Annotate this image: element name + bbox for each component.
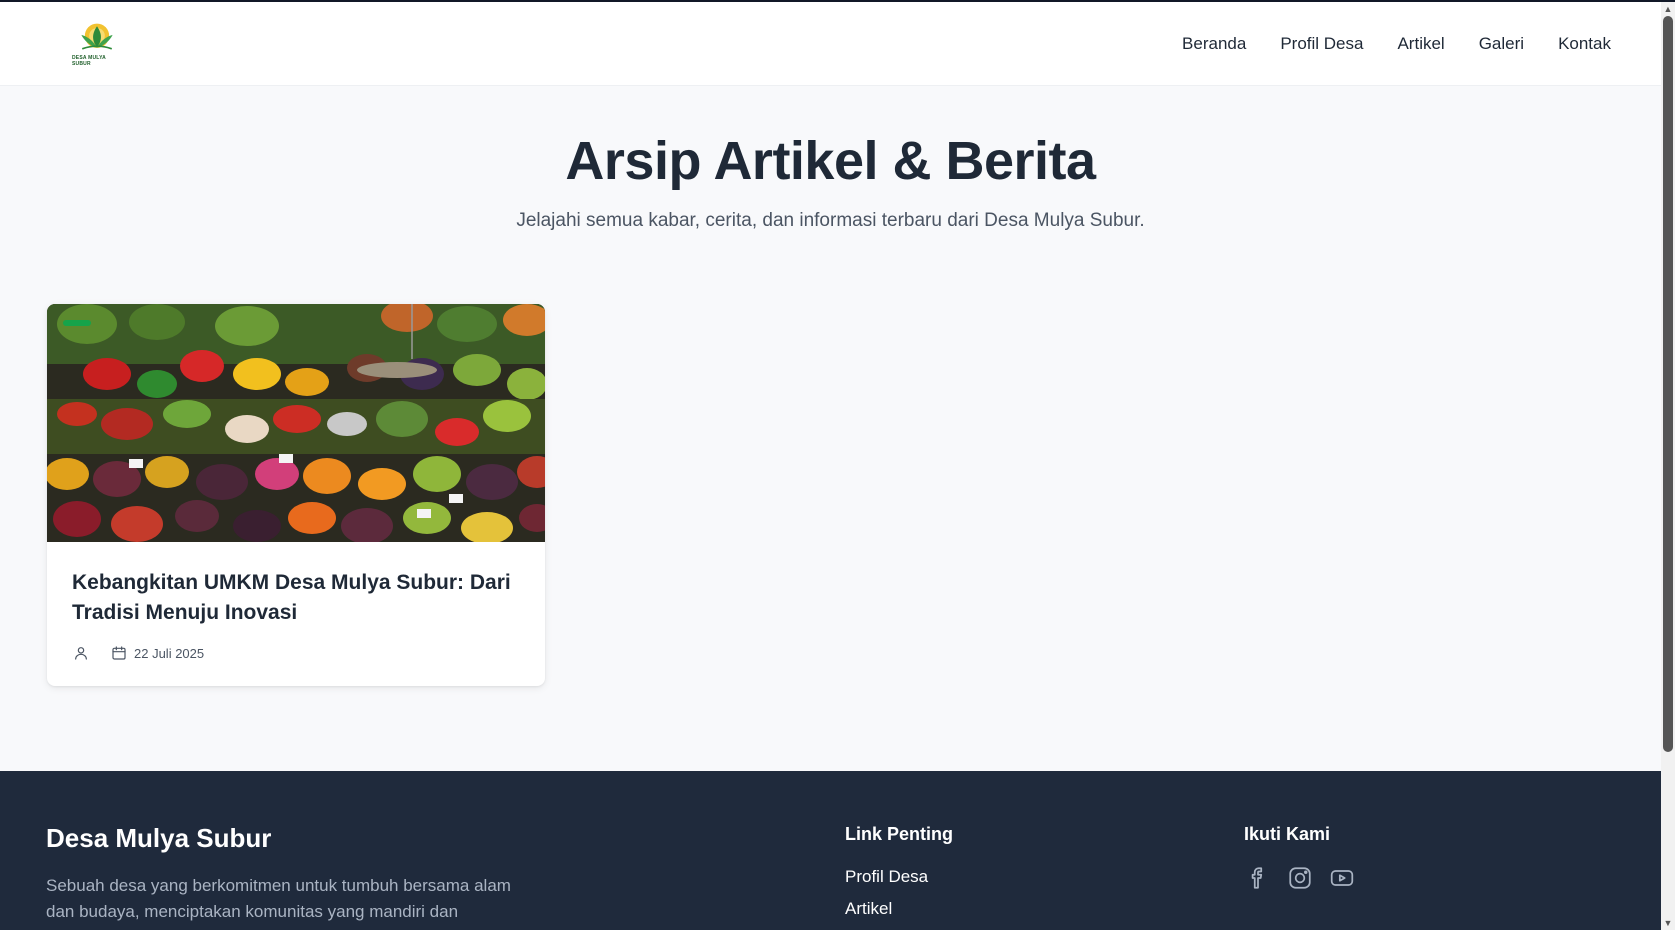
footer-link-artikel[interactable]: Artikel	[845, 899, 928, 919]
site-footer: Desa Mulya Subur Sebuah desa yang berkom…	[0, 771, 1661, 930]
nav-galeri[interactable]: Galeri	[1479, 34, 1524, 54]
article-meta: 22 Juli 2025	[72, 644, 520, 662]
scroll-up-arrow[interactable]: ▲	[1663, 4, 1673, 14]
article-date: 22 Juli 2025	[134, 645, 205, 661]
nav-beranda[interactable]: Beranda	[1182, 34, 1246, 54]
hero-section: Arsip Artikel & Berita Jelajahi semua ka…	[0, 130, 1661, 232]
facebook-icon[interactable]	[1244, 864, 1272, 892]
scroll-thumb[interactable]	[1663, 16, 1673, 752]
nav-profil-desa[interactable]: Profil Desa	[1280, 34, 1363, 54]
instagram-icon[interactable]	[1286, 864, 1314, 892]
logo-emblem	[81, 23, 113, 50]
user-icon	[72, 644, 90, 662]
footer-follow-heading: Ikuti Kami	[1244, 824, 1331, 844]
nav-kontak[interactable]: Kontak	[1558, 34, 1611, 54]
youtube-icon[interactable]	[1328, 864, 1356, 892]
main-nav: Beranda Profil Desa Artikel Galeri Konta…	[1182, 34, 1611, 54]
article-body: Kebangkitan UMKM Desa Mulya Subur: Dari …	[47, 542, 545, 662]
site-logo[interactable]: DESA MULYA SUBUR	[72, 21, 122, 67]
footer-brand: Desa Mulya Subur	[46, 823, 272, 853]
logo-text: DESA MULYA SUBUR	[72, 54, 106, 67]
footer-links: Profil Desa Artikel	[845, 867, 928, 930]
social-links	[1244, 864, 1356, 892]
page-scrollbar[interactable]: ▲ ▼	[1661, 2, 1675, 930]
nav-artikel[interactable]: Artikel	[1397, 34, 1444, 54]
vegetable-market-photo	[47, 304, 545, 542]
page-title: Arsip Artikel & Berita	[565, 131, 1096, 191]
footer-link-profil-desa[interactable]: Profil Desa	[845, 867, 928, 887]
category-badge	[63, 320, 91, 326]
footer-links-heading: Link Penting	[845, 824, 953, 844]
page-subtitle: Jelajahi semua kabar, cerita, dan inform…	[516, 210, 1145, 231]
article-card[interactable]: Kebangkitan UMKM Desa Mulya Subur: Dari …	[47, 304, 545, 686]
article-image[interactable]	[47, 304, 545, 542]
footer-description: Sebuah desa yang berkomitmen untuk tumbu…	[46, 876, 511, 921]
article-title[interactable]: Kebangkitan UMKM Desa Mulya Subur: Dari …	[72, 568, 520, 628]
scroll-down-arrow[interactable]: ▼	[1663, 918, 1673, 928]
site-header: DESA MULYA SUBUR Beranda Profil Desa Art…	[0, 2, 1661, 86]
calendar-icon	[110, 644, 128, 662]
